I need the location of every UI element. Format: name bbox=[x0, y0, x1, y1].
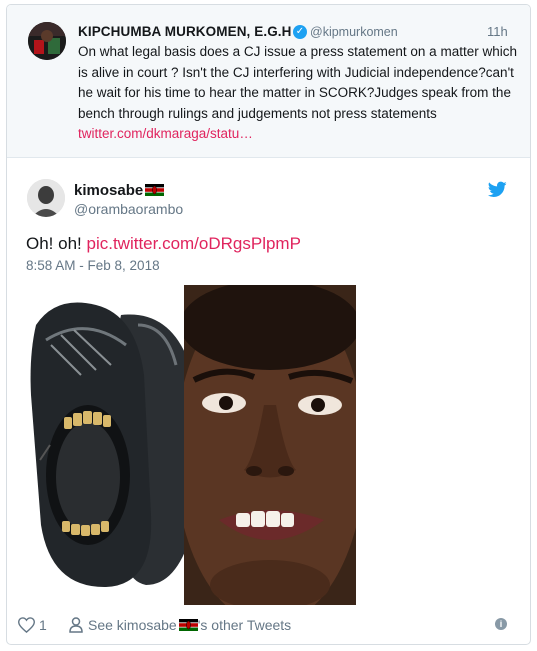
shoes-image bbox=[26, 285, 191, 595]
quoted-tweet[interactable]: KIPCHUMBA MURKOMEN, E.G.H ✓ @kipmurkomen… bbox=[7, 5, 530, 158]
info-icon[interactable]: i bbox=[495, 618, 507, 630]
quoted-author-handle[interactable]: @kipmurkomen bbox=[310, 25, 398, 39]
heart-icon[interactable] bbox=[18, 617, 35, 633]
tweet-media-link[interactable]: pic.twitter.com/oDRgsPlpmP bbox=[86, 234, 300, 253]
author-name-text[interactable]: kimosabe bbox=[74, 182, 143, 199]
tweet-text-body: Oh! oh! bbox=[26, 234, 87, 253]
person-icon bbox=[69, 617, 83, 633]
kenya-flag-icon bbox=[178, 619, 198, 631]
see-other-prefix[interactable]: See kimosabe bbox=[88, 617, 177, 633]
quoted-author-avatar[interactable] bbox=[28, 22, 66, 60]
quoted-tweet-text: On what legal basis does a CJ issue a pr… bbox=[78, 42, 518, 145]
like-count[interactable]: 1 bbox=[39, 617, 47, 633]
quoted-tweet-link[interactable]: twitter.com/dkmaraga/statu… bbox=[78, 126, 253, 141]
tweet-date[interactable]: 8:58 AM - Feb 8, 2018 bbox=[26, 258, 160, 273]
face-image bbox=[184, 285, 356, 605]
see-other-suffix[interactable]: 's other Tweets bbox=[198, 617, 291, 633]
author-avatar[interactable] bbox=[27, 179, 65, 217]
verified-icon: ✓ bbox=[293, 25, 307, 39]
embedded-tweet-card: KIPCHUMBA MURKOMEN, E.G.H ✓ @kipmurkomen… bbox=[6, 4, 531, 645]
author-name[interactable]: kimosabe bbox=[74, 182, 165, 199]
kenya-flag-icon bbox=[145, 184, 165, 196]
twitter-bird-icon[interactable] bbox=[488, 181, 507, 198]
tweet-text: Oh! oh! pic.twitter.com/oDRgsPlpmP bbox=[26, 234, 301, 254]
author-handle[interactable]: @orambaorambo bbox=[74, 201, 183, 217]
quoted-author-name[interactable]: KIPCHUMBA MURKOMEN, E.G.H bbox=[78, 24, 292, 39]
tweet-media[interactable] bbox=[26, 285, 356, 605]
quoted-tweet-body: On what legal basis does a CJ issue a pr… bbox=[78, 44, 517, 121]
quoted-tweet-time[interactable]: 11h bbox=[487, 24, 508, 39]
see-other-tweets-link[interactable]: See kimosabe 's other Tweets bbox=[88, 617, 291, 633]
